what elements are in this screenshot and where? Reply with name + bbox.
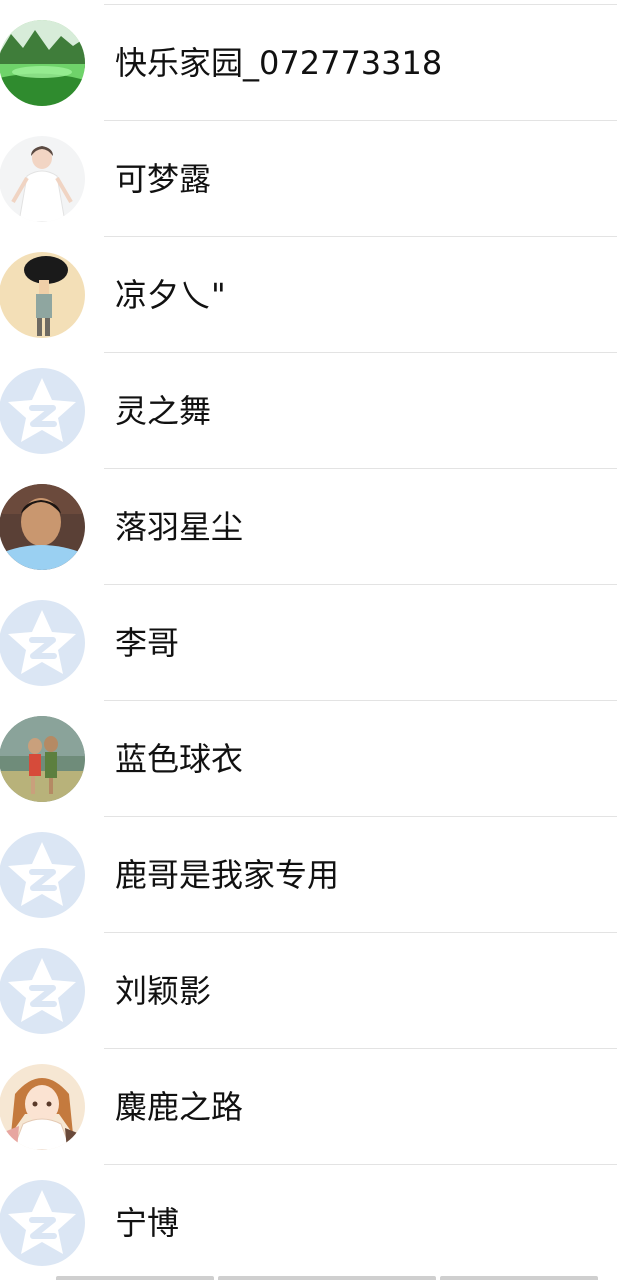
contact-name: 麋鹿之路 [115,1088,244,1126]
default-qq-avatar [0,1180,85,1266]
contact-row[interactable]: 李哥 [0,585,617,701]
contact-row[interactable]: 快乐家园_072773318 [0,5,617,121]
contact-name: 刘颖影 [115,972,212,1010]
contact-row[interactable]: 可梦露 [0,121,617,237]
default-qq-avatar [0,948,85,1034]
contact-row[interactable]: 蓝色球衣 [0,701,617,817]
landscape-photo-avatar [0,20,85,106]
default-qq-avatar [0,368,85,454]
couple-beach-avatar [0,716,85,802]
contact-row[interactable]: 宁博 [0,1165,617,1281]
contact-name: 鹿哥是我家专用 [115,856,340,894]
man-photo-avatar [0,484,85,570]
contact-name: 蓝色球衣 [115,740,244,778]
contact-name: 宁博 [115,1204,180,1242]
contact-row[interactable]: 凉夕乀" [0,237,617,353]
bottom-tab-bar-edge [0,1276,617,1280]
contact-name: 李哥 [115,624,180,662]
contact-row[interactable]: 灵之舞 [0,353,617,469]
anime-girl-avatar [0,1064,85,1150]
tab-edge-2[interactable] [218,1276,436,1280]
contact-name: 可梦露 [115,160,212,198]
contact-name: 快乐家园_072773318 [115,44,443,82]
tab-edge-3[interactable] [440,1276,598,1280]
contact-name: 凉夕乀" [115,276,226,314]
contact-row[interactable]: 刘颖影 [0,933,617,1049]
contact-name: 落羽星尘 [115,508,244,546]
cartoon-boy-avatar [0,252,85,338]
contact-row[interactable]: 落羽星尘 [0,469,617,585]
tab-edge-1[interactable] [56,1276,214,1280]
default-qq-avatar [0,832,85,918]
contact-row[interactable]: 麋鹿之路 [0,1049,617,1165]
contact-list: 快乐家园_072773318 可梦露 凉夕乀" 灵之舞 落羽星尘 李哥 蓝色球衣… [0,5,617,1281]
contact-name: 灵之舞 [115,392,212,430]
contact-row[interactable]: 鹿哥是我家专用 [0,817,617,933]
default-qq-avatar [0,600,85,686]
girl-white-dress-avatar [0,136,85,222]
